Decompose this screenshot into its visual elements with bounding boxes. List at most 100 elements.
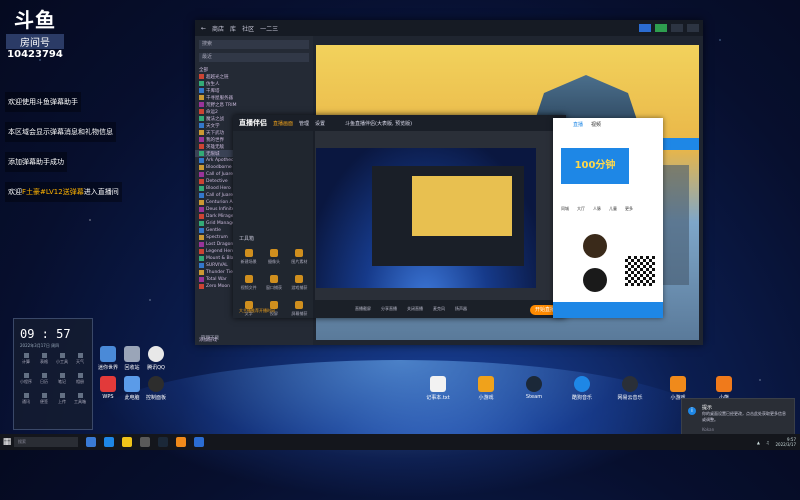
friends-button[interactable] — [639, 24, 651, 32]
menu-settings[interactable]: 设置 — [315, 120, 325, 127]
library-search-input[interactable]: 搜索 — [199, 40, 309, 49]
desktop-icon[interactable]: 酷狗音乐 — [562, 376, 602, 401]
game-title: 超越光之链 — [206, 74, 229, 80]
widget-shortcut[interactable]: 日历 — [36, 373, 52, 385]
shortcut-label: 上传 — [58, 399, 66, 404]
game-title: Detective — [206, 179, 228, 184]
toolbox-item[interactable]: 新建场景 — [237, 249, 260, 265]
desktop-icon[interactable]: 腾讯QQ — [136, 346, 176, 371]
toolbox-item[interactable]: 屏幕捕获 — [288, 301, 311, 317]
toast-title: 提示 — [702, 405, 713, 411]
toolbox-item[interactable]: 游戏捕获 — [288, 275, 311, 291]
minimize-button[interactable] — [671, 24, 683, 32]
volume-icon[interactable]: ♫ — [766, 440, 770, 445]
windows-start-icon[interactable]: ▦ — [0, 434, 14, 450]
toolbox-item[interactable]: 图片素材 — [288, 249, 311, 265]
manage-downloads-link[interactable]: 管理下载 — [201, 335, 219, 341]
notice-text: 大主播推荐开播时间 — [239, 308, 275, 313]
shortcut-label: 表格 — [40, 359, 48, 364]
network-icon[interactable]: ▲ — [757, 440, 760, 445]
toolbar-microphone[interactable]: 麦克风 — [433, 306, 445, 312]
game-icon — [670, 376, 686, 392]
widget-shortcut[interactable]: 计算 — [18, 353, 34, 365]
shortcut-icon — [59, 353, 65, 358]
douyu-logo: 斗鱼 房间号 10423794 — [6, 4, 64, 60]
widget-shortcut[interactable]: 小程序 — [18, 373, 34, 385]
online-status-button[interactable] — [655, 24, 667, 32]
web-tabs: 直播 视频 — [553, 118, 663, 130]
tab-video[interactable]: 视频 — [591, 121, 601, 128]
bear-icon — [716, 376, 732, 392]
toolbar-speaker[interactable]: 扬声器 — [455, 306, 467, 312]
game-icon — [199, 270, 204, 275]
streamer-avatar[interactable] — [583, 268, 607, 292]
back-icon[interactable]: ← — [201, 25, 206, 32]
tool-label: 视频文件 — [240, 285, 257, 290]
window-controls — [639, 24, 703, 32]
widget-shortcut[interactable]: 天气 — [72, 353, 88, 365]
widget-shortcut[interactable]: 工具箱 — [72, 393, 88, 405]
game-list-item[interactable]: 仿生人 — [195, 80, 313, 87]
web-category-nav: 同城 大厅 人脉 儿童 更多 — [561, 206, 659, 212]
taskbar-clock[interactable]: 9:57 2022/3/17 — [775, 437, 796, 447]
nav-community[interactable]: 社区 — [242, 24, 254, 33]
widget-shortcut-grid: 计算 表格 小工具 天气小程序 日历 笔记 相册通讯 便签 上传 工具箱 — [18, 353, 88, 405]
widget-shortcut[interactable]: 通讯 — [18, 393, 34, 405]
game-list-item[interactable]: 千寻屋服务器 — [195, 94, 313, 101]
toolbar-close-live[interactable]: 关闭直播 — [407, 306, 423, 312]
tab-live[interactable]: 直播 — [573, 121, 583, 128]
promo-banner[interactable]: 100分钟 — [561, 148, 629, 184]
menu-live-view[interactable]: 直播画面 — [273, 120, 293, 127]
desktop-icon[interactable]: 控制面板 — [136, 376, 176, 401]
qq-icon — [148, 346, 164, 362]
widget-shortcut[interactable]: 小工具 — [54, 353, 70, 365]
taskbar-search[interactable]: 搜索 — [14, 437, 78, 447]
game-list-item[interactable]: 荒野之息 TRIM — [195, 101, 313, 108]
notification-toast[interactable]: i 提示 你的桌面设置已经更改，点击此处获取更多信息或调整。 Kokan — [681, 398, 795, 436]
task-view-icon[interactable] — [86, 437, 96, 447]
game-list-item[interactable]: 千库塔 — [195, 87, 313, 94]
douyu-web-window[interactable]: 直播 视频 100分钟 同城 大厅 人脉 儿童 更多 — [553, 118, 663, 318]
file-explorer-icon[interactable] — [122, 437, 132, 447]
toolbar-share[interactable]: 分享直播 — [381, 306, 397, 312]
desktop-icon[interactable]: 小游戏 — [466, 376, 506, 401]
douyu-taskbar-icon[interactable] — [176, 437, 186, 447]
desktop-icon[interactable]: Steam — [514, 376, 554, 400]
widget-shortcut[interactable]: 便签 — [36, 393, 52, 405]
nav-item[interactable]: 同城 — [561, 206, 569, 212]
desktop-icon[interactable]: 记事本.txt — [418, 376, 458, 401]
nav-item[interactable]: 大厅 — [577, 206, 585, 212]
widget-shortcut[interactable]: 表格 — [36, 353, 52, 365]
tool-label: 摄像头 — [267, 259, 280, 264]
game-icon — [199, 242, 204, 247]
nav-item[interactable]: 人脉 — [593, 206, 601, 212]
room-number: 10423794 — [7, 49, 63, 60]
desktop-icon[interactable]: 网易云音乐 — [610, 376, 650, 401]
nav-library[interactable]: 库 — [230, 24, 236, 33]
game-title: 无限城 — [206, 151, 220, 157]
toolbox-item[interactable]: 摄像头 — [262, 249, 285, 265]
steam-taskbar-icon[interactable] — [158, 437, 168, 447]
edge-icon[interactable] — [104, 437, 114, 447]
streamer-avatar[interactable] — [583, 234, 607, 258]
toolbox-item[interactable]: 窗口捕获 — [262, 275, 285, 291]
game-list-item[interactable]: 超越光之链 — [195, 73, 313, 80]
game-title: 英雄无敌 — [206, 144, 224, 150]
widget-shortcut[interactable]: 相册 — [72, 373, 88, 385]
nav-item[interactable]: 儿童 — [609, 206, 617, 212]
nav-store[interactable]: 商店 — [212, 24, 224, 33]
toolbox-item[interactable]: 视频文件 — [237, 275, 260, 291]
library-section-all[interactable]: 全部 — [195, 66, 313, 73]
nav-item[interactable]: 更多 — [625, 206, 633, 212]
companion-taskbar-icon[interactable] — [194, 437, 204, 447]
chat-prefix: 欢迎 — [8, 188, 22, 196]
game-list-item[interactable]: 命运2 — [195, 108, 313, 115]
library-filter-select[interactable]: 最近 — [199, 53, 309, 62]
store-icon[interactable] — [140, 437, 150, 447]
nav-user[interactable]: 一二三 — [260, 24, 278, 33]
close-button[interactable] — [687, 24, 699, 32]
widget-shortcut[interactable]: 上传 — [54, 393, 70, 405]
widget-shortcut[interactable]: 笔记 — [54, 373, 70, 385]
toolbar-screenshot[interactable]: 直播截屏 — [355, 306, 371, 312]
menu-manage[interactable]: 管理 — [299, 120, 309, 127]
